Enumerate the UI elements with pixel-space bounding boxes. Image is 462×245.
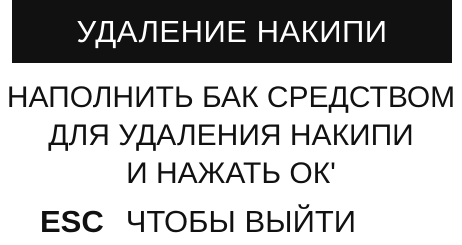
instruction-line-3: И НАЖАТЬ ОК'	[126, 157, 336, 190]
title-bar: УДАЛЕНИЕ НАКИПИ	[12, 0, 452, 63]
instruction-line-2: ДЛЯ УДАЛЕНИЯ НАКИПИ	[48, 119, 414, 152]
instruction-message: НАПОЛНИТЬ БАК СРЕДСТВОМ ДЛЯ УДАЛЕНИЯ НАК…	[0, 79, 462, 193]
esc-exit-hint[interactable]: ESC ЧТОБЫ ВЫЙТИ	[40, 202, 356, 242]
esc-key-label[interactable]: ESC	[40, 204, 104, 240]
descaling-screen: УДАЛЕНИЕ НАКИПИ НАПОЛНИТЬ БАК СРЕДСТВОМ …	[0, 0, 462, 245]
exit-hint-label: ЧТОБЫ ВЫЙТИ	[125, 204, 357, 239]
screen-title: УДАЛЕНИЕ НАКИПИ	[76, 13, 388, 49]
instruction-line-1: НАПОЛНИТЬ БАК СРЕДСТВОМ	[6, 81, 456, 114]
